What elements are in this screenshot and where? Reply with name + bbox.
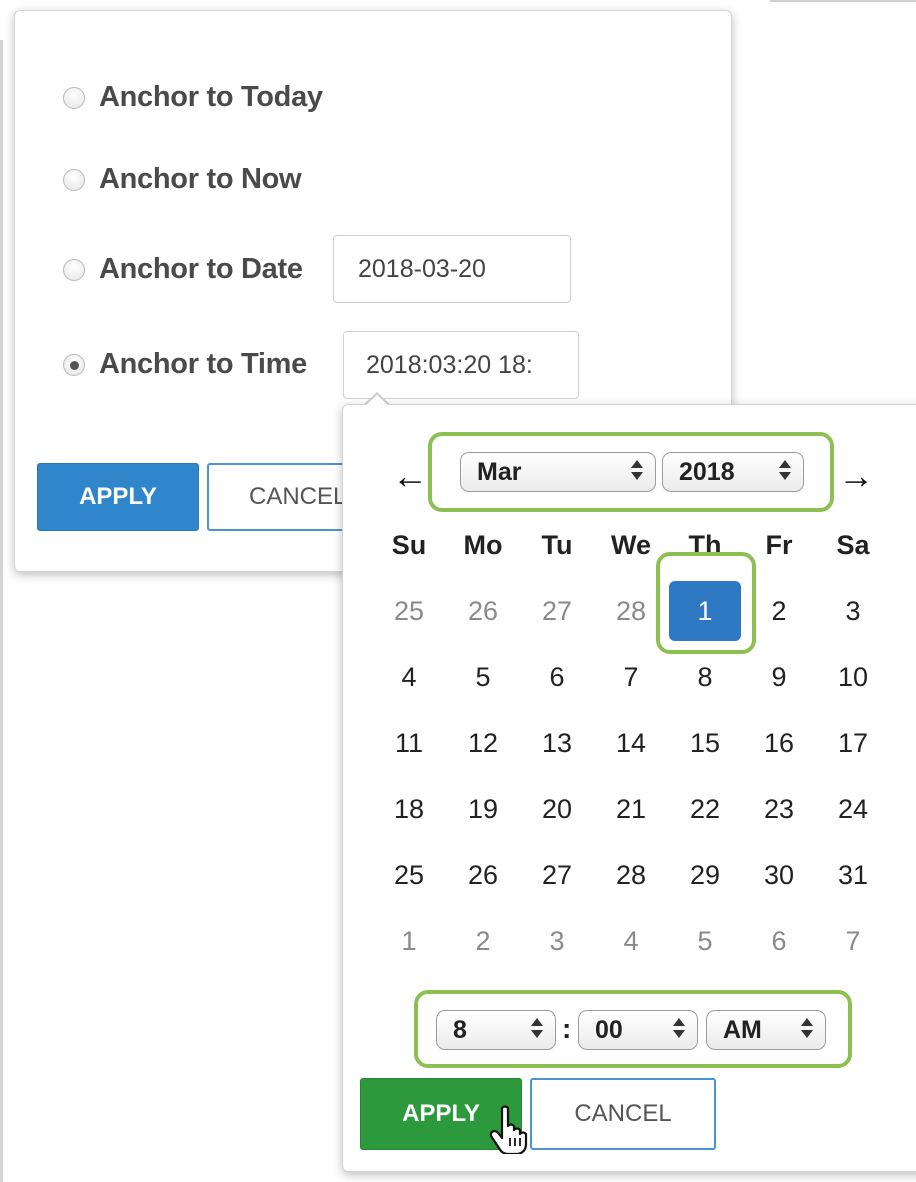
calendar-day[interactable]: 22 <box>668 794 742 825</box>
anchor-time-option[interactable]: Anchor to Time <box>63 348 307 381</box>
calendar-day[interactable]: 21 <box>594 794 668 825</box>
anchor-now-label: Anchor to Now <box>99 163 302 195</box>
calendar-day[interactable]: 11 <box>372 728 446 759</box>
calendar-week: 4 5 6 7 8 9 10 <box>372 644 890 710</box>
anchor-today-label: Anchor to Today <box>99 81 323 113</box>
calendar-day[interactable]: 9 <box>742 662 816 693</box>
calendar-day[interactable]: 4 <box>372 662 446 693</box>
calendar-grid: Su Mo Tu We Th Fr Sa 25 26 27 28 1 2 3 4… <box>372 512 890 974</box>
anchor-time-label: Anchor to Time <box>99 348 307 380</box>
anchor-date-input[interactable]: 2018-03-20 <box>333 235 571 303</box>
calendar-day[interactable]: 31 <box>816 860 890 891</box>
arrow-left-icon: ← <box>392 455 428 496</box>
weekday-tu: Tu <box>541 529 573 560</box>
month-select-value: Mar <box>477 457 522 486</box>
calendar-day[interactable]: 7 <box>816 926 890 957</box>
anchor-time-radio[interactable] <box>63 353 85 376</box>
calendar-day[interactable]: 27 <box>520 596 594 627</box>
calendar-day[interactable]: 6 <box>742 926 816 957</box>
calendar-week: 25 26 27 28 1 2 3 <box>372 578 890 644</box>
month-select[interactable]: Mar <box>460 452 656 492</box>
updown-icon <box>779 460 791 480</box>
year-select-value: 2018 <box>679 457 735 486</box>
calendar-day[interactable]: 20 <box>520 794 594 825</box>
page-edge <box>0 40 3 1182</box>
arrow-right-icon: → <box>838 455 874 496</box>
calendar-day[interactable]: 13 <box>520 728 594 759</box>
selected-day-highlight <box>656 552 756 654</box>
prev-month-button[interactable]: ← <box>392 458 428 494</box>
hour-select[interactable]: 8 <box>436 1010 556 1050</box>
year-select[interactable]: 2018 <box>662 452 804 492</box>
calendar-day[interactable]: 26 <box>446 596 520 627</box>
calendar-day[interactable]: 28 <box>594 860 668 891</box>
calendar-day[interactable]: 27 <box>520 860 594 891</box>
minute-select[interactable]: 00 <box>578 1010 698 1050</box>
calendar-day[interactable]: 4 <box>594 926 668 957</box>
weekday-mo: Mo <box>463 529 503 560</box>
calendar-day[interactable]: 25 <box>372 860 446 891</box>
calendar-day[interactable]: 23 <box>742 794 816 825</box>
calendar-day[interactable]: 30 <box>742 860 816 891</box>
updown-icon <box>673 1018 685 1038</box>
hour-select-value: 8 <box>453 1015 467 1044</box>
updown-icon <box>531 1018 543 1038</box>
period-select-value: AM <box>723 1015 762 1044</box>
calendar-day[interactable]: 29 <box>668 860 742 891</box>
calendar-day[interactable]: 5 <box>446 662 520 693</box>
anchor-date-radio[interactable] <box>63 258 85 281</box>
calendar-week: 25 26 27 28 29 30 31 <box>372 842 890 908</box>
calendar-day[interactable]: 19 <box>446 794 520 825</box>
minute-select-value: 00 <box>595 1015 623 1044</box>
calendar-day[interactable]: 18 <box>372 794 446 825</box>
calendar-day[interactable]: 17 <box>816 728 890 759</box>
calendar-day[interactable]: 3 <box>520 926 594 957</box>
apply-button[interactable]: APPLY <box>37 463 199 531</box>
calendar-day[interactable]: 26 <box>446 860 520 891</box>
weekday-sa: Sa <box>836 529 870 560</box>
anchor-today-radio[interactable] <box>63 86 85 109</box>
weekday-header: Su Mo Tu We Th Fr Sa <box>372 512 890 578</box>
calendar-day[interactable]: 2 <box>446 926 520 957</box>
anchor-date-label: Anchor to Date <box>99 253 303 285</box>
calendar-week: 1 2 3 4 5 6 7 <box>372 908 890 974</box>
anchor-now-radio[interactable] <box>63 168 85 191</box>
weekday-fr: Fr <box>765 529 793 560</box>
period-select[interactable]: AM <box>706 1010 826 1050</box>
calendar-day[interactable]: 24 <box>816 794 890 825</box>
calendar-week: 18 19 20 21 22 23 24 <box>372 776 890 842</box>
calendar-day[interactable]: 8 <box>668 662 742 693</box>
calendar-day[interactable]: 12 <box>446 728 520 759</box>
next-month-button[interactable]: → <box>838 458 874 494</box>
anchor-now-option[interactable]: Anchor to Now <box>63 163 302 196</box>
top-divider <box>770 0 916 2</box>
anchor-today-option[interactable]: Anchor to Today <box>63 81 323 114</box>
calendar-day[interactable]: 10 <box>816 662 890 693</box>
updown-icon <box>631 460 643 480</box>
calendar-day[interactable]: 14 <box>594 728 668 759</box>
calendar-day[interactable]: 15 <box>668 728 742 759</box>
calendar-week: 11 12 13 14 15 16 17 <box>372 710 890 776</box>
calendar-day[interactable]: 16 <box>742 728 816 759</box>
anchor-date-option[interactable]: Anchor to Date <box>63 253 303 286</box>
calendar-day[interactable]: 3 <box>816 596 890 627</box>
calendar-day[interactable]: 7 <box>594 662 668 693</box>
calendar-day[interactable]: 1 <box>372 926 446 957</box>
weekday-we: We <box>610 529 651 560</box>
calendar-day[interactable]: 6 <box>520 662 594 693</box>
updown-icon <box>801 1018 813 1038</box>
calendar-day[interactable]: 5 <box>668 926 742 957</box>
calendar-day[interactable]: 25 <box>372 596 446 627</box>
popup-caret-inner <box>365 395 389 406</box>
hand-cursor-icon <box>490 1105 528 1154</box>
weekday-su: Su <box>391 529 427 560</box>
time-separator: : <box>562 1013 572 1044</box>
popup-cancel-button[interactable]: CANCEL <box>530 1078 716 1150</box>
anchor-time-input[interactable]: 2018:03:20 18: <box>343 331 579 399</box>
